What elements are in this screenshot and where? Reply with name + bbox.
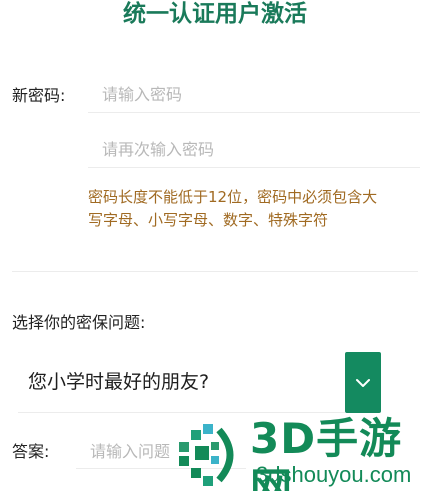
security-question-underline: [18, 412, 345, 413]
new-password-input[interactable]: [102, 85, 412, 105]
watermark-logo-icon: [179, 424, 234, 486]
section-divider: [12, 271, 418, 272]
new-password-label: 新密码:: [12, 86, 66, 105]
new-password-underline: [88, 112, 420, 113]
confirm-password-input[interactable]: [102, 140, 412, 160]
page-title: 统一认证用户激活: [123, 1, 307, 27]
security-question-dropdown-button[interactable]: [345, 352, 381, 413]
security-question-value[interactable]: 您小学时最好的朋友?: [28, 370, 209, 394]
activation-page: 统一认证用户激活 新密码: 密码长度不能低于12位，密码中必须包含大 写字母、小…: [0, 0, 430, 491]
watermark-url: 3dshouyou.com: [256, 462, 412, 487]
password-requirements-hint: 密码长度不能低于12位，密码中必须包含大 写字母、小写字母、数字、特殊字符: [88, 188, 378, 229]
security-question-label: 选择你的密保问题:: [12, 313, 146, 332]
chevron-down-icon: [356, 378, 370, 387]
confirm-password-underline: [88, 167, 420, 168]
answer-label: 答案:: [12, 442, 50, 461]
